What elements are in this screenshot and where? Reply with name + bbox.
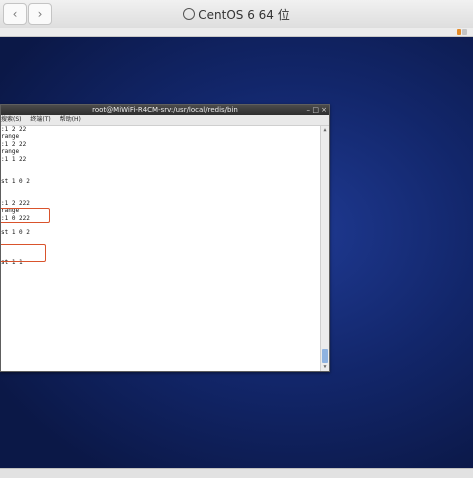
highlight-box-2: [1, 244, 46, 262]
terminal-line: st 1 0 2: [1, 177, 30, 185]
highlight-box-1: [1, 208, 50, 223]
vm-title-text: CentOS 6 64 位: [198, 8, 290, 22]
terminal-line: :1 2 22: [1, 140, 27, 148]
terminal-line: :1 2 22: [1, 126, 27, 133]
terminal-lines: :1 2 22 range:1 2 22 range:1 1 22st 1 0 2:…: [1, 126, 329, 274]
menu-search[interactable]: 搜索(S): [1, 116, 22, 123]
host-toolbar: ‹ › CentOS 6 64 位: [0, 0, 473, 29]
menu-terminal[interactable]: 终端(T): [30, 116, 50, 123]
vm-settings-icon[interactable]: [183, 8, 196, 20]
terminal-titlebar[interactable]: root@MiWiFi-R4CM-srv:/usr/local/redis/bi…: [1, 105, 329, 115]
maximize-icon[interactable]: □: [312, 105, 319, 115]
terminal-window[interactable]: root@MiWiFi-R4CM-srv:/usr/local/redis/bi…: [0, 104, 330, 372]
host-secondary-bar: [0, 28, 473, 37]
folder-icon[interactable]: [457, 28, 467, 36]
scrollbar[interactable]: ▲ ▼: [320, 126, 329, 371]
close-icon[interactable]: ×: [321, 105, 327, 115]
scrollbar-thumb[interactable]: [322, 349, 328, 363]
terminal-line: range: [1, 207, 20, 215]
terminal-line: :1 2 222: [1, 199, 30, 207]
terminal-line: st 1 1: [1, 259, 23, 267]
terminal-line: range: [1, 133, 20, 141]
terminal-line: :1 0 222: [1, 214, 30, 222]
terminal-line: st 1 0 2: [1, 229, 30, 237]
terminal-title: root@MiWiFi-R4CM-srv:/usr/local/redis/bi…: [92, 106, 238, 114]
terminal-line: range: [1, 148, 20, 156]
minimize-icon[interactable]: –: [307, 105, 311, 115]
vm-title: CentOS 6 64 位: [0, 6, 473, 23]
scroll-up-icon[interactable]: ▲: [321, 127, 329, 133]
terminal-menubar: 搜索(S) 终端(T) 帮助(H): [1, 115, 329, 126]
terminal-output[interactable]: :1 2 22 range:1 2 22 range:1 1 22st 1 0 2:…: [1, 126, 329, 371]
menu-help[interactable]: 帮助(H): [60, 116, 81, 123]
scroll-down-icon[interactable]: ▼: [321, 364, 329, 370]
terminal-line: :1 1 22: [1, 155, 27, 163]
